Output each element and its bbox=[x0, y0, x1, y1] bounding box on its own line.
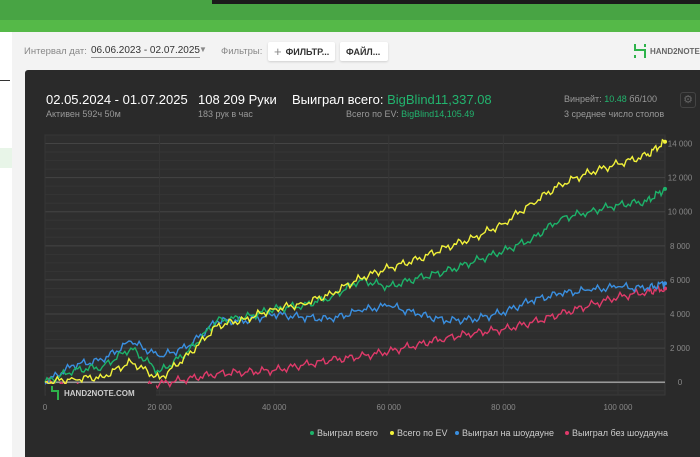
y-tick-label: 12 000 bbox=[668, 174, 693, 183]
x-tick-label: 100 000 bbox=[604, 403, 633, 412]
x-tick-label: 0 bbox=[43, 403, 48, 412]
watermark: HAND2NOTE.COM bbox=[46, 384, 156, 402]
legend-item-nonshowdown[interactable]: Выиграл без шоудауна bbox=[565, 428, 668, 438]
y-tick-label: 6 000 bbox=[670, 276, 691, 285]
watermark-text: HAND2NOTE.COM bbox=[64, 388, 135, 398]
x-tick-label: 80 000 bbox=[491, 403, 516, 412]
legend-item-ev[interactable]: Всего по EV bbox=[390, 428, 447, 438]
legend-label: Выиграл всего bbox=[317, 428, 378, 438]
y-tick-label: 2 000 bbox=[670, 344, 691, 353]
y-tick-label: 10 000 bbox=[668, 208, 693, 217]
x-tick-label: 40 000 bbox=[262, 403, 287, 412]
legend-item-showdown[interactable]: Выиграл на шоудауне bbox=[455, 428, 554, 438]
legend-label: Всего по EV bbox=[397, 428, 448, 438]
series-end-point bbox=[663, 281, 667, 286]
legend-dot bbox=[455, 431, 459, 435]
series-end-point bbox=[663, 186, 667, 191]
hand2note-watermark-icon bbox=[51, 386, 59, 400]
series-end-point bbox=[663, 139, 667, 144]
legend-item-won[interactable]: Выиграл всего bbox=[310, 428, 378, 438]
legend-label: Выиграл на шоудауне bbox=[462, 428, 554, 438]
y-tick-label: 8 000 bbox=[670, 242, 691, 251]
legend-dot bbox=[390, 431, 394, 435]
y-tick-label: 4 000 bbox=[670, 310, 691, 319]
legend-dot bbox=[565, 431, 569, 435]
legend-label: Выиграл без шоудауна bbox=[572, 428, 668, 438]
y-tick-label: 0 bbox=[678, 378, 683, 387]
legend-dot bbox=[310, 431, 314, 435]
x-tick-label: 20 000 bbox=[147, 403, 172, 412]
y-tick-label: 14 000 bbox=[668, 140, 693, 149]
x-tick-label: 60 000 bbox=[377, 403, 402, 412]
